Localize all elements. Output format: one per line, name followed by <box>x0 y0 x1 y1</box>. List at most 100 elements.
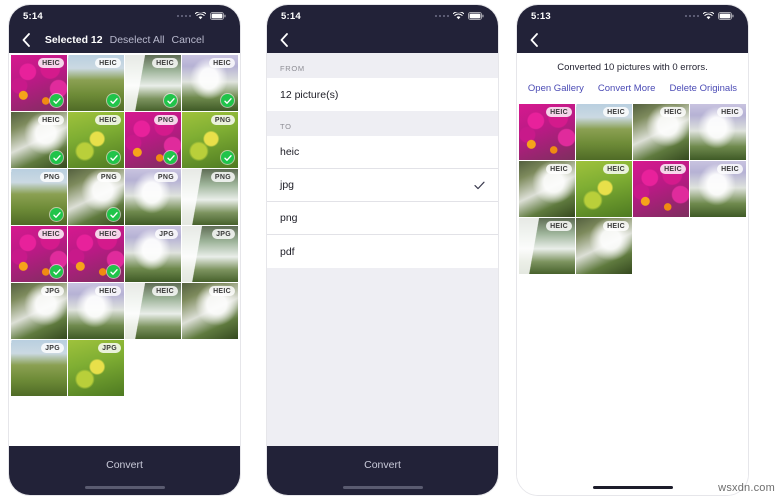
nav-title-group: Selected 12 Deselect All Cancel <box>9 34 240 46</box>
photo-cell[interactable]: HEIC <box>11 55 67 111</box>
photo-cell[interactable]: PNG <box>125 112 181 168</box>
photo-cell[interactable]: HEIC <box>576 104 632 160</box>
photo-cell[interactable]: PNG <box>182 112 238 168</box>
photo-cell[interactable]: HEIC <box>690 161 746 217</box>
photo-cell[interactable]: HEIC <box>68 226 124 282</box>
format-badge: HEIC <box>717 164 743 174</box>
photo-grid-container[interactable]: HEIC HEIC HEIC HEIC HEIC HEIC PNG PNG PNG PNG PNG P… <box>9 53 240 446</box>
format-badge: HEIC <box>209 58 235 68</box>
photo-grid-container[interactable]: HEIC HEIC HEIC HEIC HEIC HEIC HEIC HEIC HEIC HEIC <box>517 102 748 385</box>
photo-cell[interactable]: HEIC <box>11 226 67 282</box>
format-badge: HEIC <box>95 229 121 239</box>
back-button[interactable] <box>276 32 292 48</box>
status-bar: 5:14 <box>267 5 498 27</box>
photo-cell[interactable]: HEIC <box>182 55 238 111</box>
photo-cell[interactable]: HEIC <box>576 161 632 217</box>
photo-cell[interactable]: PNG <box>182 169 238 225</box>
delete-originals-link[interactable]: Delete Originals <box>669 83 737 94</box>
photo-cell[interactable]: HEIC <box>633 104 689 160</box>
convert-button[interactable]: Convert <box>106 459 143 471</box>
list-item-label: png <box>280 212 298 224</box>
format-badge: HEIC <box>717 107 743 117</box>
list-item-label: heic <box>280 146 300 158</box>
list-item[interactable]: heic <box>267 136 498 169</box>
photo-cell[interactable]: HEIC <box>633 161 689 217</box>
photo-cell[interactable]: HEIC <box>125 283 181 339</box>
selected-check-icon <box>50 265 63 278</box>
phone-mockup-format: 5:14 FROM 12 picture(s) TO heic jpg png pdf <box>266 4 499 496</box>
signal-dots-icon <box>434 14 449 18</box>
format-badge: PNG <box>153 115 178 125</box>
status-time: 5:13 <box>531 10 551 22</box>
format-badge: JPG <box>41 286 64 296</box>
list-item[interactable]: pdf <box>267 235 498 268</box>
convert-more-link[interactable]: Convert More <box>598 83 656 94</box>
photo-cell[interactable]: HEIC <box>125 55 181 111</box>
wifi-icon <box>453 12 464 20</box>
format-list[interactable]: FROM 12 picture(s) TO heic jpg png pdf <box>267 53 498 446</box>
format-badge: PNG <box>39 172 64 182</box>
format-badge: HEIC <box>603 107 629 117</box>
status-indicators <box>684 12 735 20</box>
convert-button[interactable]: Convert <box>364 459 401 471</box>
back-button[interactable] <box>18 32 34 48</box>
list-item-label: jpg <box>280 179 295 191</box>
photo-cell[interactable]: JPG <box>182 226 238 282</box>
convert-bar[interactable]: Convert <box>9 446 240 495</box>
photo-cell[interactable]: HEIC <box>519 104 575 160</box>
format-badge: HEIC <box>209 286 235 296</box>
format-badge: JPG <box>212 229 235 239</box>
selected-check-icon <box>164 151 177 164</box>
result-summary: Converted 10 pictures with 0 errors. Ope… <box>517 53 748 102</box>
nav-bar-result <box>517 27 748 53</box>
photo-cell[interactable]: HEIC <box>68 55 124 111</box>
photo-grid: HEIC HEIC HEIC HEIC HEIC HEIC PNG PNG PNG PNG PNG P… <box>11 55 238 396</box>
photo-cell[interactable]: JPG <box>11 283 67 339</box>
status-time: 5:14 <box>23 10 43 22</box>
selected-check-icon <box>107 208 120 221</box>
list-item[interactable]: 12 picture(s) <box>267 78 498 111</box>
open-gallery-link[interactable]: Open Gallery <box>528 83 584 94</box>
result-action-links: Open Gallery Convert More Delete Originals <box>525 83 740 94</box>
chevron-left-icon <box>22 33 30 47</box>
format-badge: HEIC <box>603 164 629 174</box>
selected-check-icon <box>50 94 63 107</box>
photo-cell[interactable]: HEIC <box>519 161 575 217</box>
photo-cell[interactable]: JPG <box>68 340 124 396</box>
chevron-left-icon <box>530 33 538 47</box>
screenshot-canvas: 5:14 Selected 12 Deselect All Cancel HEI… <box>0 0 781 500</box>
convert-bar[interactable]: Convert <box>267 446 498 495</box>
photo-cell[interactable]: JPG <box>11 340 67 396</box>
list-item[interactable]: jpg <box>267 169 498 202</box>
format-badge: JPG <box>41 343 64 353</box>
photo-cell[interactable]: PNG <box>11 169 67 225</box>
home-indicator <box>342 486 423 489</box>
home-indicator <box>592 486 673 489</box>
photo-cell[interactable]: HEIC <box>182 283 238 339</box>
cancel-button[interactable]: Cancel <box>171 34 204 46</box>
status-indicators <box>434 12 485 20</box>
back-button[interactable] <box>526 32 542 48</box>
nav-bar-format <box>267 27 498 53</box>
photo-cell[interactable]: HEIC <box>690 104 746 160</box>
battery-icon <box>210 12 226 20</box>
photo-cell[interactable]: PNG <box>68 169 124 225</box>
photo-cell[interactable]: HEIC <box>11 112 67 168</box>
format-badge: HEIC <box>660 164 686 174</box>
screen-result: 5:13 Converted 10 pictures with 0 errors… <box>517 5 748 495</box>
phone-mockup-result: 5:13 Converted 10 pictures with 0 errors… <box>516 4 749 496</box>
photo-cell[interactable]: PNG <box>125 169 181 225</box>
list-item[interactable]: png <box>267 202 498 235</box>
photo-cell[interactable]: JPG <box>125 226 181 282</box>
selected-check-icon <box>50 208 63 221</box>
selected-check-icon <box>221 151 234 164</box>
page-title: Selected 12 <box>44 34 103 46</box>
photo-cell[interactable]: HEIC <box>519 218 575 274</box>
deselect-all-button[interactable]: Deselect All <box>110 34 165 46</box>
format-badge: HEIC <box>152 58 178 68</box>
photo-cell[interactable]: HEIC <box>68 112 124 168</box>
photo-cell[interactable]: HEIC <box>68 283 124 339</box>
format-badge: PNG <box>210 115 235 125</box>
photo-cell[interactable]: HEIC <box>576 218 632 274</box>
screen-selection: 5:14 Selected 12 Deselect All Cancel HEI… <box>9 5 240 495</box>
